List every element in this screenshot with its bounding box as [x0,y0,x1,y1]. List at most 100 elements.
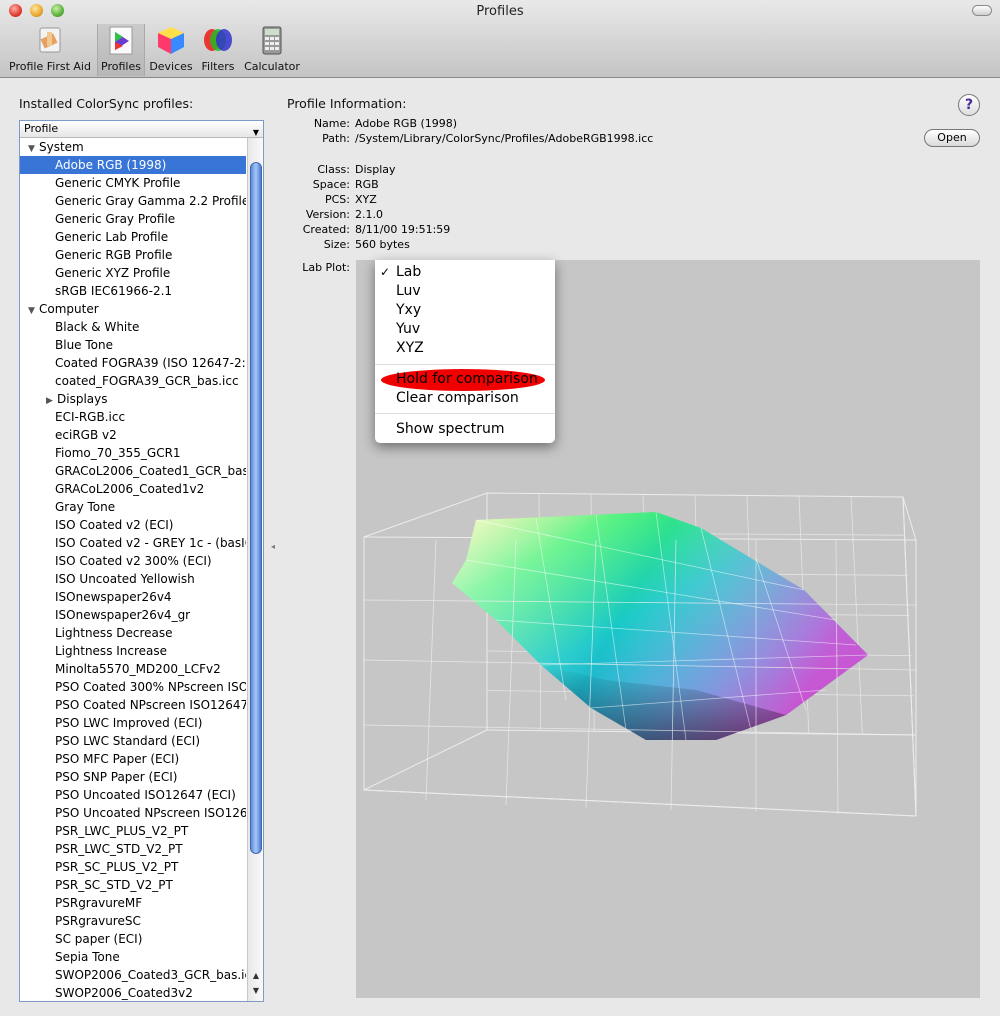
toolbar-devices[interactable]: Devices [147,24,195,76]
list-item-label: GRACoL2006_Coated1_GCR_bas. [55,464,246,478]
list-item[interactable]: ISO Uncoated Yellowish [20,570,246,588]
list-item-label: PSO Coated 300% NPscreen ISO1 [55,680,246,694]
group-system[interactable]: ▼ System [20,138,246,156]
list-item-label: Gray Tone [55,500,116,514]
path-key: Path: [322,132,350,145]
list-item[interactable]: Sepia Tone [20,948,246,966]
list-item[interactable]: ISO Coated v2 - GREY 1c - (basIC [20,534,246,552]
menu-item-luv[interactable]: Luv [375,282,555,301]
list-item-label: ISO Coated v2 - GREY 1c - (basIC [55,536,246,550]
list-item[interactable]: ISO Coated v2 300% (ECI) [20,552,246,570]
list-item[interactable]: Lightness Increase [20,642,246,660]
split-view-handle[interactable]: ◂ [271,542,275,551]
first-aid-icon [34,24,66,56]
list-item[interactable]: Minolta5570_MD200_LCFv2 [20,660,246,678]
pcs-key: PCS: [324,193,350,206]
version-key: Version: [305,208,350,221]
list-item[interactable]: SWOP2006_Coated3_GCR_bas.icc [20,966,246,984]
menu-item-label: Luv [396,283,421,299]
disclosure-open-icon[interactable]: ▼ [28,140,39,156]
list-item[interactable]: PSRgravureMF [20,894,246,912]
window-title: Profiles [476,4,524,19]
list-item[interactable]: PSO Uncoated NPscreen ISO1264 [20,804,246,822]
menu-item-xyz[interactable]: XYZ [375,339,555,358]
list-item[interactable]: PSO Uncoated ISO12647 (ECI) [20,786,246,804]
list-item[interactable]: PSO Coated 300% NPscreen ISO1 [20,678,246,696]
space-key: Space: [312,178,350,191]
list-item[interactable]: Generic Lab Profile [20,228,246,246]
toolbar-calculator[interactable]: Calculator [242,24,302,76]
list-item[interactable]: ISOnewspaper26v4_gr [20,606,246,624]
profile-list-body: ▼ System Adobe RGB (1998) Generic CMYK Prof… [20,138,263,1001]
list-item[interactable]: GRACoL2006_Coated1v2 [20,480,246,498]
list-item-label: ISO Coated v2 (ECI) [55,518,174,532]
list-item[interactable]: Generic CMYK Profile [20,174,246,192]
profile-list[interactable]: Profile ▼ ▼ System Adobe RGB (1998) Generic… [19,120,264,1002]
menu-item-yxy[interactable]: Yxy [375,301,555,320]
list-item[interactable]: PSO LWC Standard (ECI) [20,732,246,750]
list-item[interactable]: PSR_LWC_PLUS_V2_PT [20,822,246,840]
list-item[interactable]: PSO MFC Paper (ECI) [20,750,246,768]
list-item[interactable]: ECI-RGB.icc [20,408,246,426]
list-item[interactable]: Coated FOGRA39 (ISO 12647-2:2 [20,354,246,372]
scroll-up-arrow-icon[interactable]: ▲ [248,971,263,985]
list-item[interactable]: Lightness Decrease [20,624,246,642]
list-item[interactable]: PSRgravureSC [20,912,246,930]
toolbar-filters[interactable]: Filters [196,24,240,76]
list-item[interactable]: Gray Tone [20,498,246,516]
help-button[interactable]: ? [958,94,980,116]
list-item[interactable]: ISO Coated v2 (ECI) [20,516,246,534]
list-item[interactable]: coated_FOGRA39_GCR_bas.icc [20,372,246,390]
list-item-label: Sepia Tone [55,950,120,964]
list-item[interactable]: GRACoL2006_Coated1_GCR_bas. [20,462,246,480]
list-item[interactable]: PSO SNP Paper (ECI) [20,768,246,786]
list-item[interactable]: PSR_SC_STD_V2_PT [20,876,246,894]
group-computer[interactable]: ▼ Computer [20,300,246,318]
menu-item-clear-comparison[interactable]: Clear comparison [375,389,555,408]
list-item[interactable]: SC paper (ECI) [20,930,246,948]
menu-item-label: Lab [396,264,422,280]
plot-type-menu[interactable]: ✓ Lab Luv Yxy Yuv XYZ Hold for comparison Cle… [375,260,555,443]
list-item[interactable]: Black & White [20,318,246,336]
list-item[interactable]: Generic XYZ Profile [20,264,246,282]
list-item-label: Generic CMYK Profile [55,176,181,190]
disclosure-closed-icon[interactable]: ▶ [46,392,57,408]
menu-item-yuv[interactable]: Yuv [375,320,555,339]
list-item[interactable]: ISOnewspaper26v4 [20,588,246,606]
column-header-profile[interactable]: Profile ▼ [20,121,263,138]
list-item-label: Fiomo_70_355_GCR1 [55,446,181,460]
info-values: Adobe RGB (1998) /System/Library/ColorSy… [355,116,915,256]
menu-item-lab[interactable]: ✓ Lab [375,263,555,282]
menu-item-show-spectrum[interactable]: Show spectrum [375,420,555,439]
menu-item-hold-comparison[interactable]: Hold for comparison [375,370,555,389]
disclosure-open-icon[interactable]: ▼ [28,302,39,318]
installed-profiles-heading: Installed ColorSync profiles: [19,96,194,111]
list-item-label: Black & White [55,320,140,334]
scroll-down-arrow-icon[interactable]: ▼ [248,986,263,1000]
list-item-label: PSO Uncoated ISO12647 (ECI) [55,788,236,802]
open-button[interactable]: Open [924,129,980,147]
list-item[interactable]: PSR_LWC_STD_V2_PT [20,840,246,858]
list-item[interactable]: Blue Tone [20,336,246,354]
toolbar-toggle-button[interactable] [972,5,992,16]
group-displays[interactable]: ▶ Displays [20,390,246,408]
toolbar-profiles[interactable]: Profiles [97,24,145,76]
list-item-label: PSR_SC_PLUS_V2_PT [55,860,179,874]
list-item[interactable]: sRGB IEC61966-2.1 [20,282,246,300]
toolbar-profile-first-aid[interactable]: Profile First Aid [5,24,95,76]
list-item[interactable]: Fiomo_70_355_GCR1 [20,444,246,462]
list-item[interactable]: Adobe RGB (1998) [20,156,246,174]
list-item[interactable]: Generic Gray Gamma 2.2 Profile [20,192,246,210]
list-item[interactable]: Generic Gray Profile [20,210,246,228]
list-item[interactable]: eciRGB v2 [20,426,246,444]
list-item[interactable]: SWOP2006_Coated3v2 [20,984,246,1001]
class-value: Display [355,163,396,176]
list-item[interactable]: PSO LWC Improved (ECI) [20,714,246,732]
list-item[interactable]: PSO Coated NPscreen ISO12647 [20,696,246,714]
menu-item-label: Yuv [396,321,421,337]
list-item[interactable]: Generic RGB Profile [20,246,246,264]
list-item-label: ISO Uncoated Yellowish [55,572,195,586]
list-item-label: System [39,140,84,154]
list-item-label: PSR_LWC_PLUS_V2_PT [55,824,189,838]
list-item[interactable]: PSR_SC_PLUS_V2_PT [20,858,246,876]
